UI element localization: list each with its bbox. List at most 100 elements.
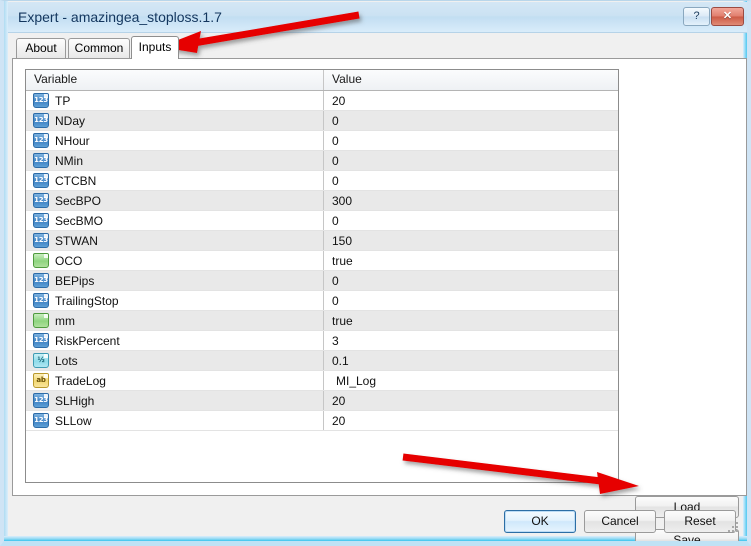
resize-gripper[interactable] xyxy=(728,522,740,534)
int-type-icon: 123 xyxy=(33,93,49,108)
table-row[interactable]: 123 NDay 0 xyxy=(26,111,618,131)
int-type-icon: 123 xyxy=(33,393,49,408)
variable-cell[interactable]: 123 BEPips xyxy=(26,271,324,290)
tab-common[interactable]: Common xyxy=(68,38,130,58)
variable-cell[interactable]: 123 SLLow xyxy=(26,411,324,430)
variable-cell[interactable]: 123 NMin xyxy=(26,151,324,170)
value-cell[interactable]: 0 xyxy=(324,171,618,190)
int-type-icon: 123 xyxy=(33,173,49,188)
value-cell[interactable]: true xyxy=(324,311,618,330)
variable-cell[interactable]: 123 NDay xyxy=(26,111,324,130)
value-cell[interactable]: 0.1 xyxy=(324,351,618,370)
int-type-icon: 123 xyxy=(33,113,49,128)
variable-cell[interactable]: ab TradeLog xyxy=(26,371,324,390)
tab-about[interactable]: About xyxy=(16,38,66,58)
table-row[interactable]: 123 TrailingStop 0 xyxy=(26,291,618,311)
value-cell[interactable]: 3 xyxy=(324,331,618,350)
int-type-icon: 123 xyxy=(33,193,49,208)
int-type-icon: 123 xyxy=(33,413,49,428)
table-row[interactable]: 123 CTCBN 0 xyxy=(26,171,618,191)
value-cell[interactable]: 20 xyxy=(324,411,618,430)
variable-name: NDay xyxy=(55,113,86,128)
variable-cell[interactable]: 123 TP xyxy=(26,91,324,110)
int-type-icon: 123 xyxy=(33,153,49,168)
variable-cell[interactable]: 123 CTCBN xyxy=(26,171,324,190)
value-cell[interactable]: 0 xyxy=(324,291,618,310)
variable-cell[interactable]: 123 SecBPO xyxy=(26,191,324,210)
variable-name: mm xyxy=(55,313,75,328)
table-row[interactable]: mm true xyxy=(26,311,618,331)
int-type-icon: 123 xyxy=(33,333,49,348)
cancel-button[interactable]: Cancel xyxy=(584,510,656,533)
variable-name: NMin xyxy=(55,153,84,168)
value-cell[interactable]: 0 xyxy=(324,271,618,290)
value-cell[interactable]: 20 xyxy=(324,91,618,110)
table-row[interactable]: 123 STWAN 150 xyxy=(26,231,618,251)
value-cell[interactable]: 20 xyxy=(324,391,618,410)
variable-name: Lots xyxy=(55,353,78,368)
variable-cell[interactable]: ½ Lots xyxy=(26,351,324,370)
grid-body: 123 TP 20 123 NDay 0 123 NHour 0 123 NMin 0 123 CTCBN… xyxy=(26,91,618,431)
variable-cell[interactable]: 123 NHour xyxy=(26,131,324,150)
bool-type-icon xyxy=(33,313,49,328)
variable-name: TradeLog xyxy=(55,373,106,388)
column-header-variable[interactable]: Variable xyxy=(26,70,324,90)
variable-cell[interactable]: 123 SLHigh xyxy=(26,391,324,410)
close-button[interactable]: ✕ xyxy=(711,7,744,26)
variable-cell[interactable]: mm xyxy=(26,311,324,330)
table-row[interactable]: 123 SLHigh 20 xyxy=(26,391,618,411)
variable-name: STWAN xyxy=(55,233,98,248)
variable-cell[interactable]: 123 STWAN xyxy=(26,231,324,250)
table-row[interactable]: 123 SecBPO 300 xyxy=(26,191,618,211)
int-type-icon: 123 xyxy=(33,233,49,248)
table-row[interactable]: 123 SLLow 20 xyxy=(26,411,618,431)
value-cell[interactable]: 150 xyxy=(324,231,618,250)
int-type-icon: 123 xyxy=(33,213,49,228)
value-cell[interactable]: 300 xyxy=(324,191,618,210)
window-glow-left xyxy=(4,1,8,541)
window-title: Expert - amazingea_stoploss.1.7 xyxy=(18,9,222,25)
value-cell[interactable]: 0 xyxy=(324,131,618,150)
table-row[interactable]: 123 RiskPercent 3 xyxy=(26,331,618,351)
int-type-icon: 123 xyxy=(33,133,49,148)
variable-name: BEPips xyxy=(55,273,95,288)
value-cell[interactable]: 0 xyxy=(324,151,618,170)
value-cell[interactable]: 0 xyxy=(324,211,618,230)
variable-name: TP xyxy=(55,93,71,108)
tab-inputs[interactable]: Inputs xyxy=(131,36,179,59)
expert-properties-window: Expert - amazingea_stoploss.1.7 ? ✕ Abou… xyxy=(0,0,751,546)
table-row[interactable]: ab TradeLog MI_Log xyxy=(26,371,618,391)
value-cell[interactable]: MI_Log xyxy=(324,371,618,390)
help-button[interactable]: ? xyxy=(683,7,710,26)
variable-cell[interactable]: 123 SecBMO xyxy=(26,211,324,230)
double-type-icon: ½ xyxy=(33,353,49,368)
table-row[interactable]: ½ Lots 0.1 xyxy=(26,351,618,371)
table-row[interactable]: 123 BEPips 0 xyxy=(26,271,618,291)
grid-header-row: Variable Value xyxy=(26,70,618,91)
table-row[interactable]: 123 NHour 0 xyxy=(26,131,618,151)
variable-cell[interactable]: 123 RiskPercent xyxy=(26,331,324,350)
variable-name: SLHigh xyxy=(55,393,95,408)
int-type-icon: 123 xyxy=(33,273,49,288)
ok-button[interactable]: OK xyxy=(504,510,576,533)
int-type-icon: 123 xyxy=(33,293,49,308)
variable-name: TrailingStop xyxy=(55,293,119,308)
variable-name: SecBMO xyxy=(55,213,104,228)
table-row[interactable]: 123 SecBMO 0 xyxy=(26,211,618,231)
variable-cell[interactable]: OCO xyxy=(26,251,324,270)
table-row[interactable]: OCO true xyxy=(26,251,618,271)
variable-name: CTCBN xyxy=(55,173,97,188)
value-cell[interactable]: 0 xyxy=(324,111,618,130)
inputs-grid[interactable]: Variable Value 123 TP 20 123 NDay 0 123 NHour 0 1… xyxy=(25,69,619,483)
reset-button[interactable]: Reset xyxy=(664,510,736,533)
variable-name: RiskPercent xyxy=(55,333,120,348)
table-row[interactable]: 123 TP 20 xyxy=(26,91,618,111)
variable-name: NHour xyxy=(55,133,90,148)
column-header-value[interactable]: Value xyxy=(324,70,618,90)
inputs-tab-panel: Variable Value 123 TP 20 123 NDay 0 123 NHour 0 1… xyxy=(12,58,747,541)
variable-cell[interactable]: 123 TrailingStop xyxy=(26,291,324,310)
table-row[interactable]: 123 NMin 0 xyxy=(26,151,618,171)
variable-name: SecBPO xyxy=(55,193,102,208)
value-cell[interactable]: true xyxy=(324,251,618,270)
title-bar[interactable]: Expert - amazingea_stoploss.1.7 ? ✕ xyxy=(8,2,747,33)
